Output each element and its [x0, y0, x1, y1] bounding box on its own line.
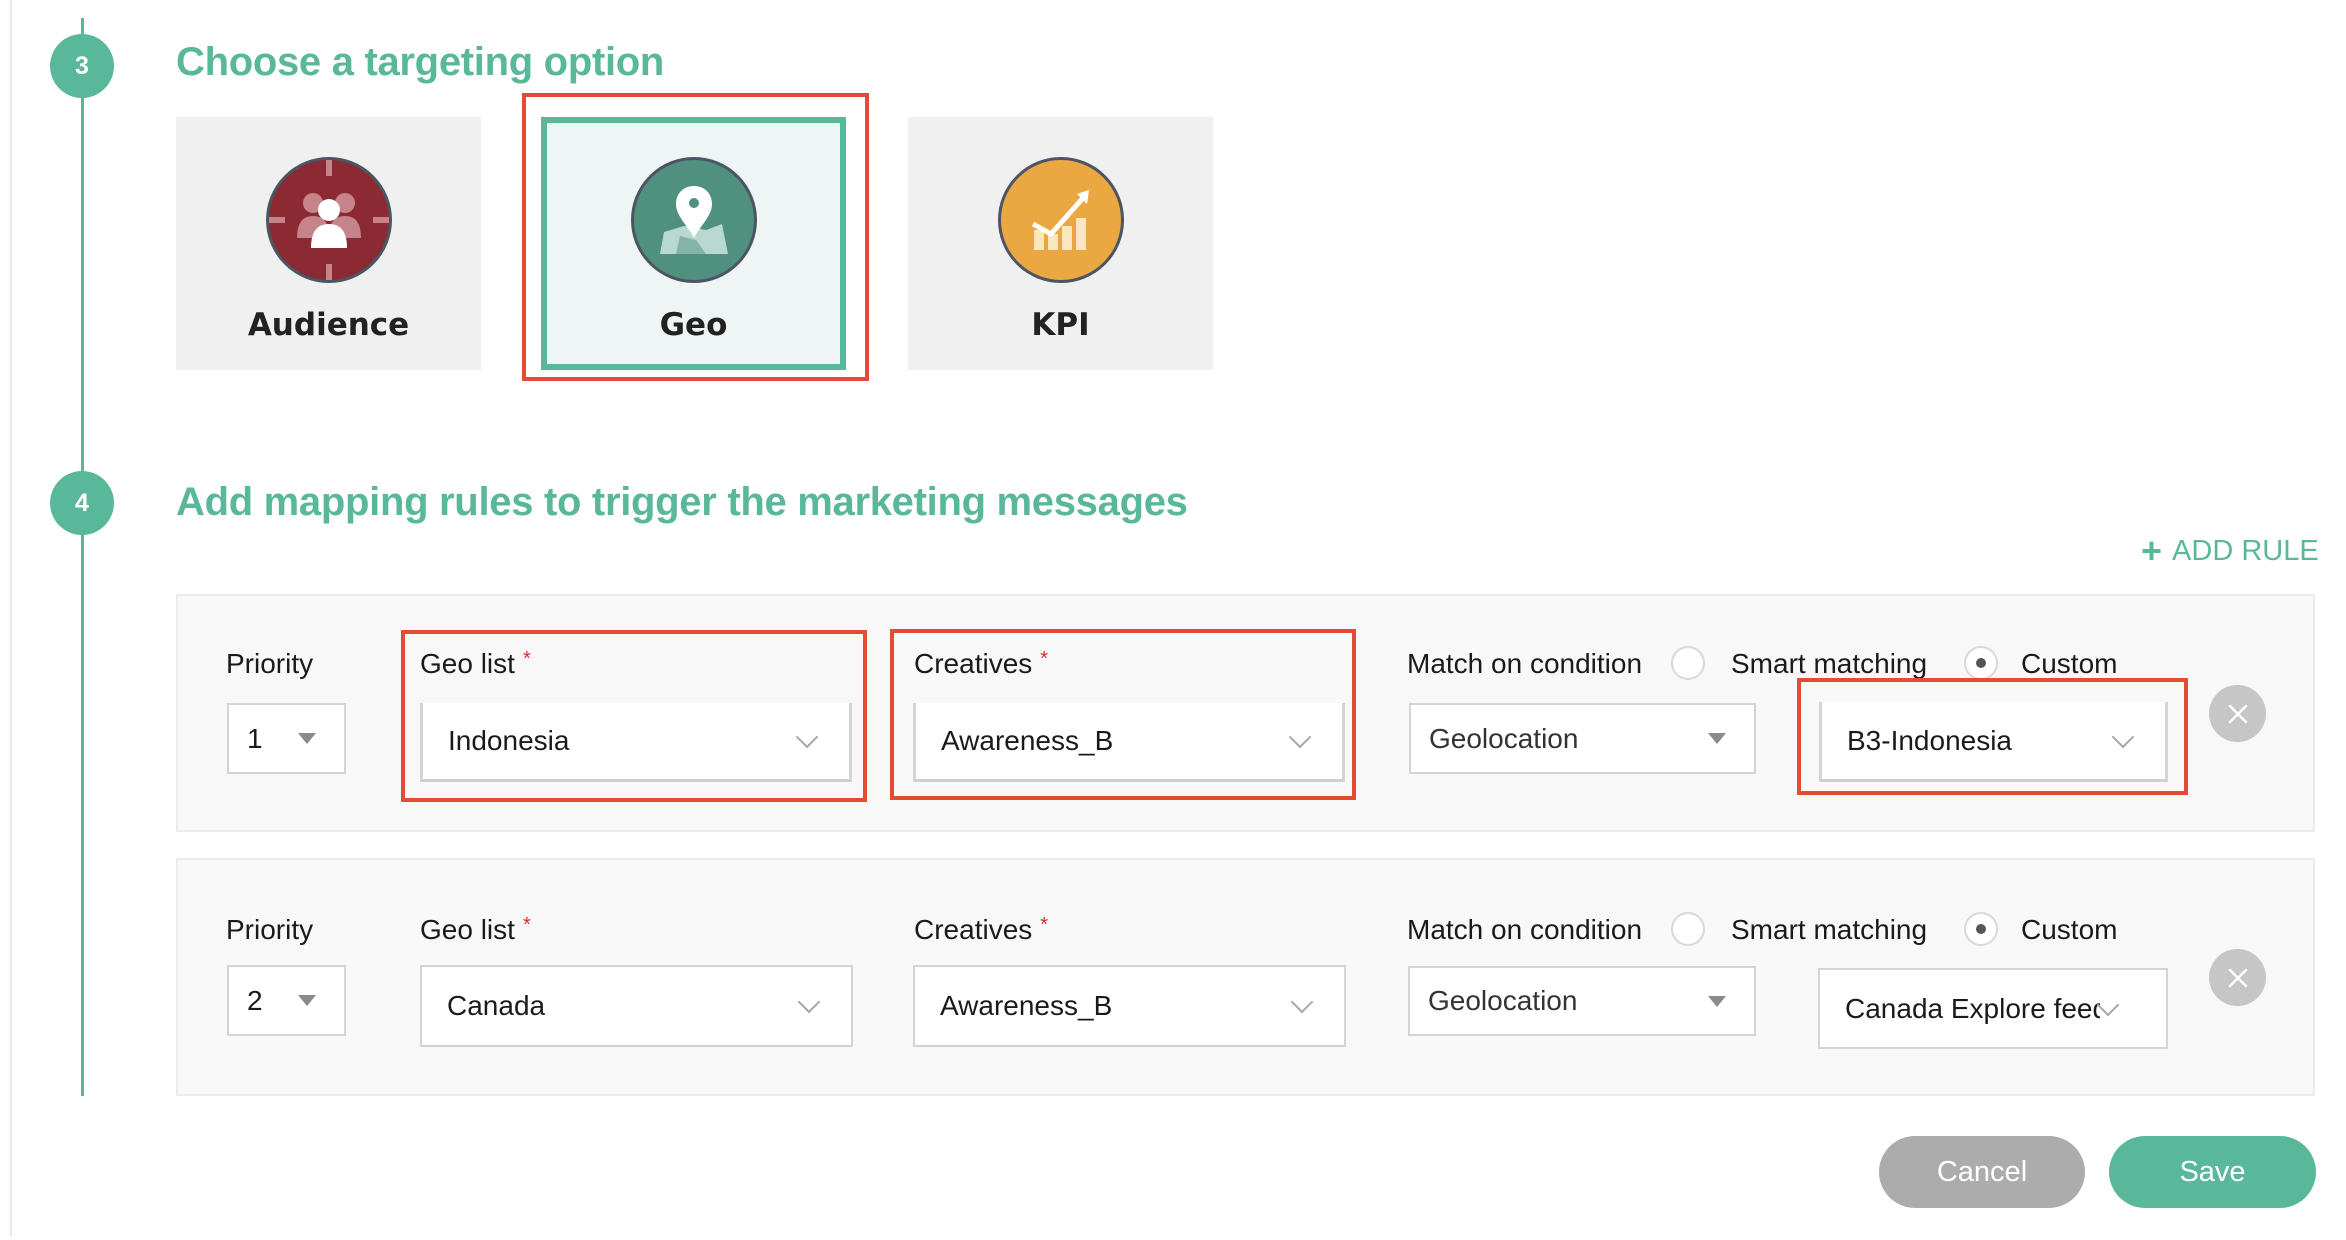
remove-rule-2-button[interactable]	[2209, 949, 2266, 1006]
plus-icon: +	[2141, 530, 2163, 571]
save-button[interactable]: Save	[2109, 1136, 2316, 1208]
custom-label: Custom	[2021, 648, 2118, 679]
targeting-option-label: KPI	[1031, 307, 1090, 343]
geo-list-select[interactable]: Canada	[420, 965, 853, 1047]
creatives-select[interactable]: Awareness_B	[913, 703, 1345, 782]
smart-matching-radio[interactable]	[1671, 646, 1705, 680]
chevron-down-icon	[2096, 993, 2120, 1016]
creatives-label-text: Creatives	[914, 914, 1033, 945]
targeting-option-label: Geo	[659, 307, 728, 343]
priority-label: Priority	[226, 648, 314, 679]
custom-value: Canada Explore feed	[1845, 992, 2100, 1024]
add-rule-label: ADD RULE	[2172, 534, 2319, 567]
dropdown-triangle-icon	[298, 995, 316, 1006]
targeting-option-geo[interactable]: Geo	[541, 117, 846, 370]
geo-list-label: Geo list *	[420, 914, 531, 946]
custom-value-select[interactable]: B3-Indonesia	[1819, 702, 2168, 782]
custom-radio[interactable]	[1964, 646, 1998, 680]
close-icon	[2228, 704, 2247, 723]
creatives-label: Creatives *	[914, 914, 1048, 946]
creatives-select[interactable]: Awareness_B	[913, 965, 1346, 1047]
priority-label: Priority	[226, 914, 314, 945]
close-icon	[2228, 968, 2247, 987]
priority-select[interactable]: 1	[227, 703, 346, 774]
required-asterisk: *	[522, 914, 531, 936]
step-number: 3	[75, 51, 89, 80]
priority-value: 2	[247, 984, 263, 1016]
smart-matching-label: Smart matching	[1731, 914, 1928, 945]
geo-list-value: Canada	[447, 990, 546, 1021]
creatives-value: Awareness_B	[940, 990, 1113, 1021]
match-on-condition-label: Match on condition	[1407, 914, 1643, 945]
geo-list-value: Indonesia	[448, 725, 570, 756]
page-left-border	[10, 0, 12, 1236]
smart-matching-radio[interactable]	[1671, 912, 1705, 946]
geo-list-label-text: Geo list	[420, 914, 515, 945]
step-number: 4	[75, 488, 89, 517]
step-3-title: Choose a targeting option	[176, 40, 665, 84]
chevron-down-icon	[2111, 725, 2135, 748]
custom-label: Custom	[2021, 914, 2118, 945]
chevron-down-icon	[1290, 990, 1314, 1014]
required-asterisk: *	[1040, 648, 1049, 670]
step-4-badge: 4	[50, 471, 114, 535]
priority-value: 1	[247, 722, 263, 754]
required-asterisk: *	[522, 648, 531, 670]
creatives-value: Awareness_B	[941, 725, 1114, 756]
step-timeline-line	[81, 18, 84, 1096]
radio-selected-dot	[1976, 924, 1986, 934]
chevron-down-icon	[1288, 725, 1312, 749]
dropdown-triangle-icon	[298, 733, 316, 744]
targeting-option-kpi[interactable]: KPI	[908, 117, 1213, 370]
add-rule-button[interactable]: + ADD RULE	[2141, 533, 2319, 569]
geo-list-label: Geo list *	[420, 648, 531, 680]
required-asterisk: *	[1040, 914, 1049, 936]
creatives-label: Creatives *	[914, 648, 1048, 680]
geo-list-select[interactable]: Indonesia	[420, 703, 852, 782]
condition-value: Geolocation	[1428, 985, 1578, 1016]
creatives-label-text: Creatives	[914, 648, 1033, 679]
dropdown-triangle-icon	[1708, 733, 1726, 744]
geo-list-label-text: Geo list	[420, 648, 515, 679]
priority-select[interactable]: 2	[227, 965, 346, 1036]
match-on-condition-label: Match on condition	[1407, 648, 1643, 679]
condition-value: Geolocation	[1429, 722, 1579, 754]
step-3-badge: 3	[50, 34, 114, 98]
remove-rule-1-button[interactable]	[2209, 685, 2266, 742]
map-pin-icon	[630, 157, 757, 283]
dropdown-triangle-icon	[1708, 995, 1726, 1007]
targeting-option-label: Audience	[247, 307, 410, 343]
custom-value: B3-Indonesia	[1847, 724, 2013, 756]
chevron-down-icon	[797, 990, 821, 1014]
step-4-title: Add mapping rules to trigger the marketi…	[176, 480, 1188, 524]
smart-matching-label: Smart matching	[1731, 648, 1928, 679]
radio-selected-dot	[1976, 658, 1986, 668]
cancel-button[interactable]: Cancel	[1879, 1136, 2085, 1208]
chevron-down-icon	[795, 725, 819, 749]
custom-value-select[interactable]: Canada Explore feed	[1818, 968, 2168, 1049]
condition-select[interactable]: Geolocation	[1408, 966, 1756, 1036]
audience-target-icon	[265, 157, 392, 283]
custom-radio[interactable]	[1964, 912, 1998, 946]
targeting-option-audience[interactable]: Audience	[176, 117, 481, 370]
condition-select[interactable]: Geolocation	[1409, 703, 1756, 774]
growth-chart-icon	[997, 157, 1124, 283]
